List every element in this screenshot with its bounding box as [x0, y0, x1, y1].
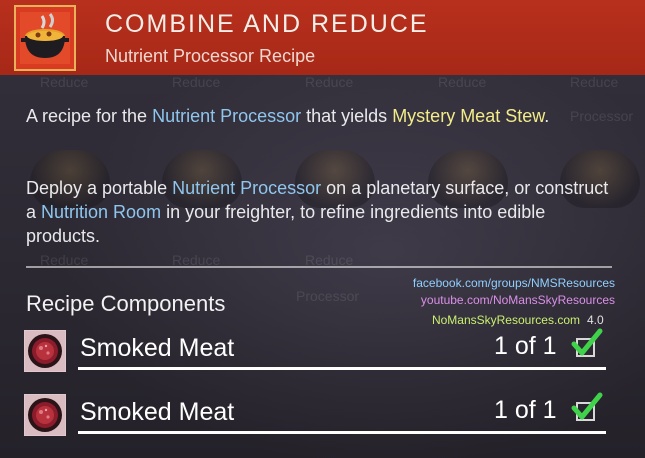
component-progress-bar	[78, 367, 606, 370]
bg-label: Reduce	[438, 74, 487, 90]
recipe-description-usage: Deploy a portable Nutrient Processor on …	[26, 176, 616, 248]
desc-text: A recipe for the	[26, 106, 153, 126]
watermark-youtube: youtube.com/NoMansSkyResources	[420, 293, 615, 307]
component-name: Smoked Meat	[80, 398, 235, 426]
desc-highlight: Nutrition Room	[41, 202, 162, 222]
component-count: 1 of 1	[494, 332, 557, 360]
bg-label: Reduce	[172, 74, 221, 90]
recipe-header: COMBINE AND REDUCE Nutrient Processor Re…	[0, 0, 645, 75]
recipe-subtitle: Nutrient Processor Recipe	[105, 46, 316, 66]
desc-text: Deploy a portable	[26, 178, 173, 198]
bg-label: Processor	[296, 288, 360, 304]
watermark-facebook: facebook.com/groups/NMSResources	[412, 276, 615, 290]
divider	[26, 266, 612, 268]
bg-label: Reduce	[305, 74, 354, 90]
component-row: Smoked Meat 1 of 1	[24, 390, 610, 436]
smoked-meat-icon	[24, 394, 66, 436]
component-progress-bar	[78, 431, 606, 434]
desc-highlight-product: Mystery Meat Stew	[392, 106, 545, 126]
section-title: Recipe Components	[26, 291, 226, 316]
desc-text: that yields	[301, 106, 393, 126]
desc-highlight: Nutrient Processor	[172, 178, 322, 198]
smoked-meat-icon	[24, 330, 66, 372]
bg-label: Reduce	[570, 74, 619, 90]
recipe-title: COMBINE AND REDUCE	[105, 10, 429, 38]
component-name: Smoked Meat	[80, 334, 235, 362]
bg-label-row: Reduce Reduce Reduce	[0, 252, 645, 272]
checkmark-icon	[571, 390, 603, 424]
bg-label-row: Reduce Reduce Reduce Reduce Reduce	[0, 74, 645, 94]
desc-text: .	[544, 106, 550, 126]
desc-highlight: Nutrient Processor	[152, 106, 302, 126]
watermark-version: 4.0	[587, 313, 604, 327]
recipe-description-yield: A recipe for the Nutrient Processor that…	[26, 104, 616, 128]
bg-label: Reduce	[40, 74, 89, 90]
component-count: 1 of 1	[494, 396, 557, 424]
watermark-site: NoMansSkyResources.com	[431, 313, 580, 327]
stew-pot-icon	[14, 5, 76, 71]
component-row: Smoked Meat 1 of 1	[24, 326, 610, 372]
checkmark-icon	[571, 326, 603, 360]
